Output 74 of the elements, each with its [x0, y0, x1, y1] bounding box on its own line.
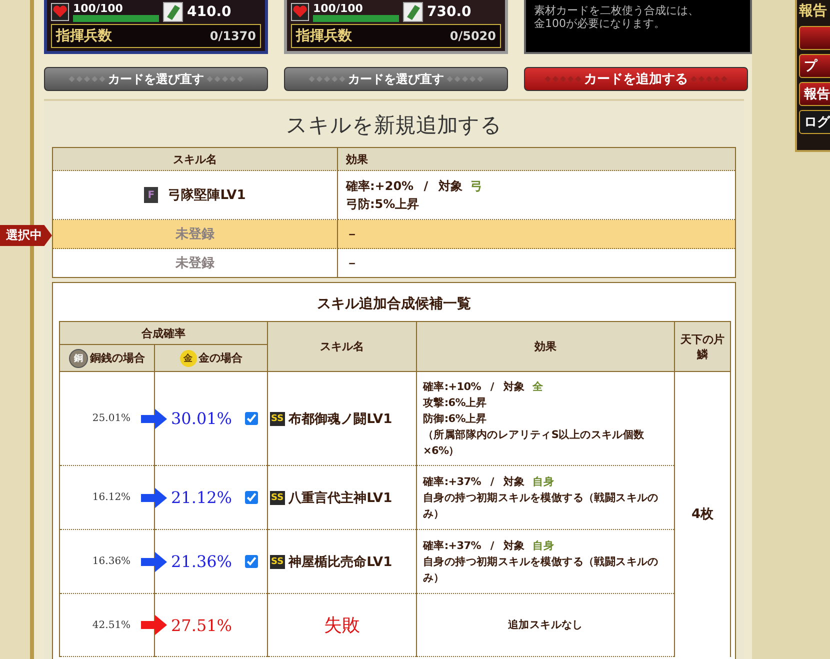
effect-text: 攻撃:6%上昇	[423, 396, 488, 410]
target-text: 自身	[532, 476, 554, 488]
checkbox[interactable]	[245, 412, 258, 425]
rank-badge: SS	[270, 554, 285, 568]
effect-text: －	[346, 254, 358, 272]
rank-badge: SS	[270, 490, 285, 504]
skill-name: 未登録	[176, 226, 214, 243]
cost-value: 410.0	[187, 4, 232, 20]
section-title: スキル追加合成候補一覧	[316, 295, 472, 313]
boosted-rate: 30.01%	[171, 409, 234, 428]
add-card-button[interactable]: カードを追加する	[524, 67, 748, 91]
selected-badge: 選択中	[0, 225, 52, 246]
boosted-rate: 21.12%	[171, 488, 234, 507]
sidebar-header: 報告	[799, 2, 828, 21]
coin-icon: 銅	[69, 348, 88, 368]
target-text: 自身	[532, 540, 554, 552]
rank-badge: SS	[270, 412, 285, 426]
effect-text: （所属部隊内のレアリティS以上のスキル個数×6%）	[423, 428, 646, 458]
checkbox[interactable]	[245, 555, 258, 568]
column-header: 銅銭の場合	[90, 351, 145, 364]
effect-text: 自身の持つ初期スキルを模倣する（戦闘スキルのみ）	[423, 490, 660, 522]
reselect-card-button[interactable]: カードを選び直す	[284, 67, 508, 91]
skill-name: 八重言代主神LV1	[288, 490, 392, 506]
skill-name: 弓隊堅陣LV1	[168, 186, 246, 204]
sidebar-button[interactable]	[799, 26, 830, 50]
shard-count: 4枚	[674, 372, 730, 656]
troops-label: 指揮兵数	[296, 27, 352, 45]
diamond-ornament-icon	[308, 75, 346, 83]
skill-name: 未登録	[176, 255, 214, 272]
effect-text: 防御:6%上昇	[423, 412, 488, 426]
rate-text: 確率:+37% / 対象	[423, 476, 525, 488]
boosted-rate: 21.36%	[171, 552, 234, 571]
target-text: 全	[532, 380, 544, 392]
scroll-icon	[163, 2, 183, 22]
diamond-ornament-icon	[68, 75, 106, 83]
rate-text: 確率:+37% / 対象	[423, 540, 525, 552]
target-text: 弓	[470, 179, 482, 193]
sidebar-button[interactable]: ログ	[799, 110, 830, 134]
diamond-ornament-icon	[690, 75, 728, 83]
coin-icon: 金	[180, 350, 196, 366]
skill-name: 布都御魂ノ闘LV1	[288, 410, 392, 428]
rank-badge: F	[144, 187, 158, 203]
column-header: 天下の片鱗	[674, 322, 730, 372]
cost-value: 730.0	[427, 4, 472, 20]
hp-text: 100/100	[313, 2, 364, 14]
info-text: 素材カードを二枚使う合成には、	[534, 4, 700, 17]
troops-label: 指揮兵数	[56, 27, 112, 45]
column-header: 金の場合	[198, 351, 242, 364]
effect-text: －	[346, 226, 358, 242]
troops-value: 0/5020	[450, 29, 496, 43]
checkbox[interactable]	[245, 491, 258, 504]
troops-value: 0/1370	[210, 29, 256, 43]
column-header: 効果	[416, 322, 674, 372]
page-title: スキルを新規追加する	[285, 112, 503, 139]
diamond-ornament-icon	[206, 75, 244, 83]
fail-text: 失敗	[268, 594, 416, 656]
rate-text: 確率:+20% / 対象	[346, 179, 462, 193]
column-header: スキル名	[268, 322, 416, 372]
skill-name: 神屋楯比売命LV1	[288, 554, 392, 570]
skill-name-cell[interactable]: 未登録	[53, 249, 338, 277]
boosted-rate: 27.51%	[171, 616, 234, 634]
diamond-ornament-icon	[446, 75, 484, 83]
effect-text: 弓防:5%上昇	[346, 196, 420, 213]
rate-text: 確率:+10% / 対象	[423, 380, 525, 392]
effect-text: 自身の持つ初期スキルを模倣する（戦闘スキルのみ）	[423, 554, 660, 586]
hp-text: 100/100	[73, 2, 124, 14]
diamond-ornament-icon	[544, 75, 582, 83]
sidebar-button[interactable]: プ	[799, 54, 830, 78]
sidebar-button[interactable]: 報告	[799, 82, 830, 106]
column-header: スキル名	[53, 148, 338, 171]
column-header: 合成確率	[60, 322, 268, 344]
reselect-card-button[interactable]: カードを選び直す	[44, 67, 268, 91]
info-text: 金100が必要になります。	[534, 17, 666, 30]
column-header: 効果	[338, 148, 735, 171]
